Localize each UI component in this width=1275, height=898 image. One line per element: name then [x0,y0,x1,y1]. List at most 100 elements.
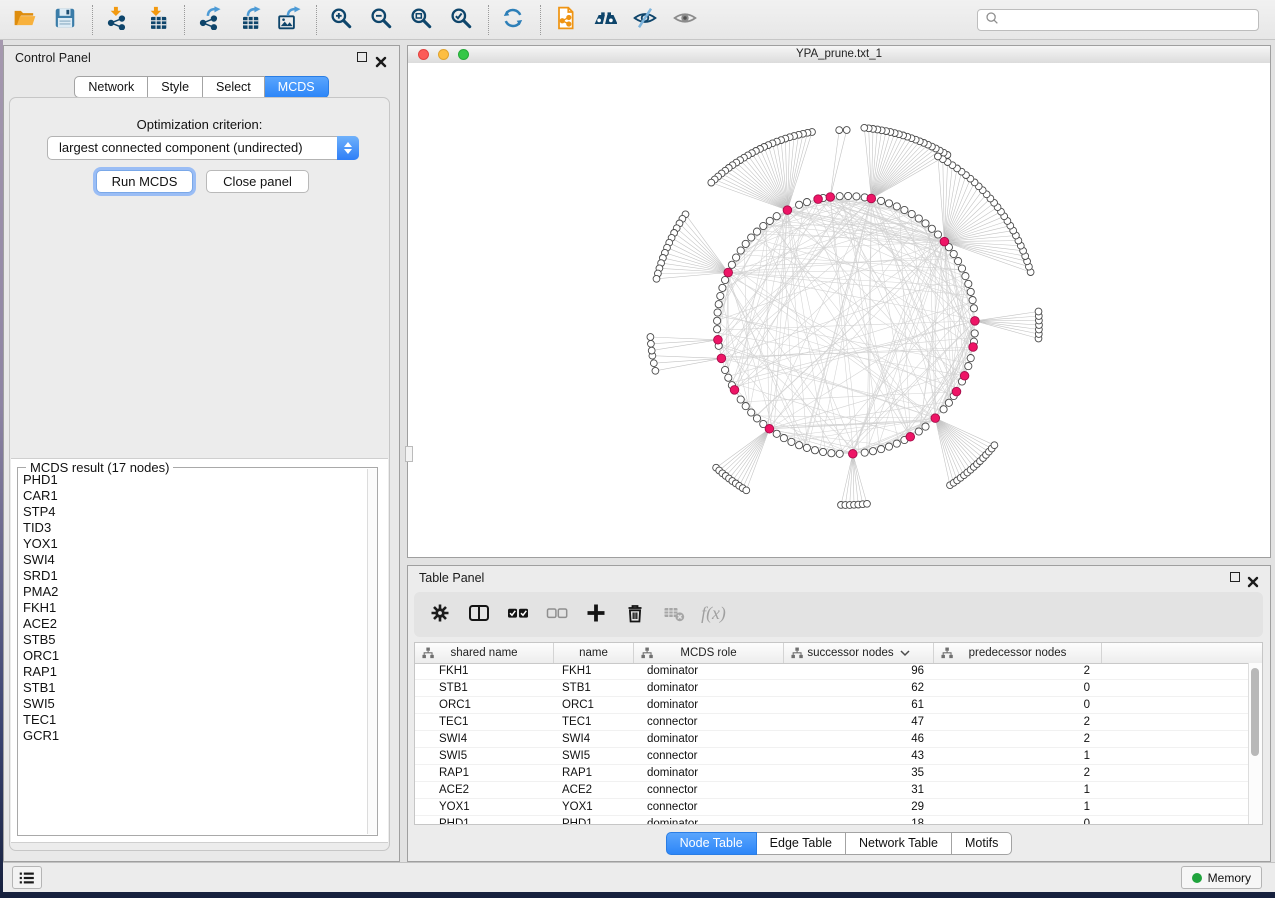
table-row[interactable]: YOX1YOX1connector291 [415,799,1249,816]
mcds-node-item[interactable]: TID3 [23,520,363,536]
cell-shared_name: RAP1 [415,765,554,781]
zoom-fit-button[interactable] [408,6,434,34]
cell-mcds_role: dominator [634,731,784,747]
zoom-selected-button[interactable] [448,6,474,34]
task-history-button[interactable] [12,866,42,889]
export-image-button[interactable] [276,6,302,34]
list-scrollbar[interactable] [367,469,377,834]
table-row[interactable]: SWI5SWI5connector431 [415,748,1249,765]
mcds-result-groupbox: MCDS result (17 nodes) PHD1CAR1STP4TID3Y… [17,467,378,836]
import-network-button[interactable] [104,6,130,34]
columns-icon [468,602,490,627]
tab-style[interactable]: Style [148,76,203,98]
network-titlebar[interactable]: YPA_prune.txt_1 [408,46,1270,64]
export-table-button[interactable] [236,6,262,34]
toolbar-separator [92,5,94,35]
search-box[interactable] [977,9,1259,31]
column-header-shared-name[interactable]: shared name [415,643,554,663]
mcds-node-item[interactable]: CAR1 [23,488,363,504]
column-header-MCDS-role[interactable]: MCDS role [634,643,784,663]
mcds-result-list[interactable]: PHD1CAR1STP4TID3YOX1SWI4SRD1PMA2FKH1ACE2… [23,472,363,833]
optimization-criterion-select[interactable]: largest connected component (undirected) [47,136,359,160]
attribute-type-icon [941,647,953,662]
close-panel-icon[interactable] [375,52,387,64]
cell-predecessor_nodes: 1 [934,748,1102,764]
mcds-node-item[interactable]: ORC1 [23,648,363,664]
network-canvas[interactable] [408,63,1270,557]
select-all-button[interactable] [504,600,532,630]
hide-selected-button[interactable] [632,6,658,34]
table-row[interactable]: RAP1RAP1dominator352 [415,765,1249,782]
column-label: successor nodes [807,647,893,659]
mcds-node-item[interactable]: PHD1 [23,472,363,488]
table-row[interactable]: PHD1PHD1dominator180 [415,816,1249,824]
float-table-panel-icon[interactable] [1230,572,1240,582]
settings-button[interactable] [426,600,454,630]
find-button[interactable] [592,6,618,34]
tab-mcds[interactable]: MCDS [265,76,329,98]
mcds-node-item[interactable]: RAP1 [23,664,363,680]
tab-network[interactable]: Network [74,76,148,98]
tab-edge-table[interactable]: Edge Table [757,832,846,855]
cell-predecessor_nodes: 1 [934,782,1102,798]
splitter-handle[interactable] [405,446,413,462]
cell-shared_name: ORC1 [415,697,554,713]
column-label: MCDS role [680,647,736,659]
show-all-button[interactable] [672,6,698,34]
save-icon [53,6,77,33]
mcds-node-item[interactable]: STB1 [23,680,363,696]
search-input[interactable] [1004,11,1258,29]
show-all-icon [673,6,697,33]
column-header-name[interactable]: name [554,643,634,663]
open-button[interactable] [12,6,38,34]
cell-successor_nodes: 62 [784,680,934,696]
table-row[interactable]: FKH1FKH1dominator962 [415,663,1249,680]
add-row-button[interactable] [582,600,610,630]
tab-network-table[interactable]: Network Table [846,832,952,855]
tab-node-table[interactable]: Node Table [666,832,757,855]
close-panel-button[interactable]: Close panel [206,170,309,193]
cell-mcds_role: connector [634,748,784,764]
node-table: shared name name MCDS role successor nodes p… [414,642,1263,825]
network-document-button[interactable] [552,6,578,34]
column-label: shared name [450,647,517,659]
delete-row-button[interactable] [621,600,649,630]
mcds-node-item[interactable]: STB5 [23,632,363,648]
close-table-panel-icon[interactable] [1247,572,1259,584]
deselect-all-button[interactable] [543,600,571,630]
zoom-selected-icon [449,6,473,33]
column-header-predecessor-nodes[interactable]: predecessor nodes [934,643,1102,663]
table-row[interactable]: ORC1ORC1dominator610 [415,697,1249,714]
zoom-in-button[interactable] [328,6,354,34]
tab-select[interactable]: Select [203,76,265,98]
mcds-node-item[interactable]: ACE2 [23,616,363,632]
tab-motifs[interactable]: Motifs [952,832,1012,855]
zoom-out-button[interactable] [368,6,394,34]
table-row[interactable]: ACE2ACE2connector311 [415,782,1249,799]
column-header-successor-nodes[interactable]: successor nodes [784,643,934,663]
memory-button[interactable]: Memory [1181,866,1262,889]
run-mcds-button[interactable]: Run MCDS [96,170,193,193]
mcds-node-item[interactable]: PMA2 [23,584,363,600]
mcds-node-item[interactable]: STP4 [23,504,363,520]
table-row[interactable]: SWI4SWI4dominator462 [415,731,1249,748]
mcds-node-item[interactable]: SWI4 [23,552,363,568]
mcds-node-item[interactable]: YOX1 [23,536,363,552]
table-row[interactable]: TEC1TEC1connector472 [415,714,1249,731]
mcds-node-item[interactable]: GCR1 [23,728,363,744]
export-image-icon [277,6,301,33]
mcds-node-item[interactable]: SRD1 [23,568,363,584]
table-scrollbar[interactable] [1248,663,1262,824]
mcds-node-item[interactable]: SWI5 [23,696,363,712]
mcds-node-item[interactable]: TEC1 [23,712,363,728]
save-button[interactable] [52,6,78,34]
mcds-node-item[interactable]: FKH1 [23,600,363,616]
export-network-button[interactable] [196,6,222,34]
network-window: YPA_prune.txt_1 [407,45,1271,558]
table-row[interactable]: STB1STB1dominator620 [415,680,1249,697]
import-table-button[interactable] [144,6,170,34]
float-panel-icon[interactable] [357,52,367,62]
scrollbar-thumb[interactable] [1251,668,1259,756]
columns-button[interactable] [465,600,493,630]
refresh-button[interactable] [500,6,526,34]
